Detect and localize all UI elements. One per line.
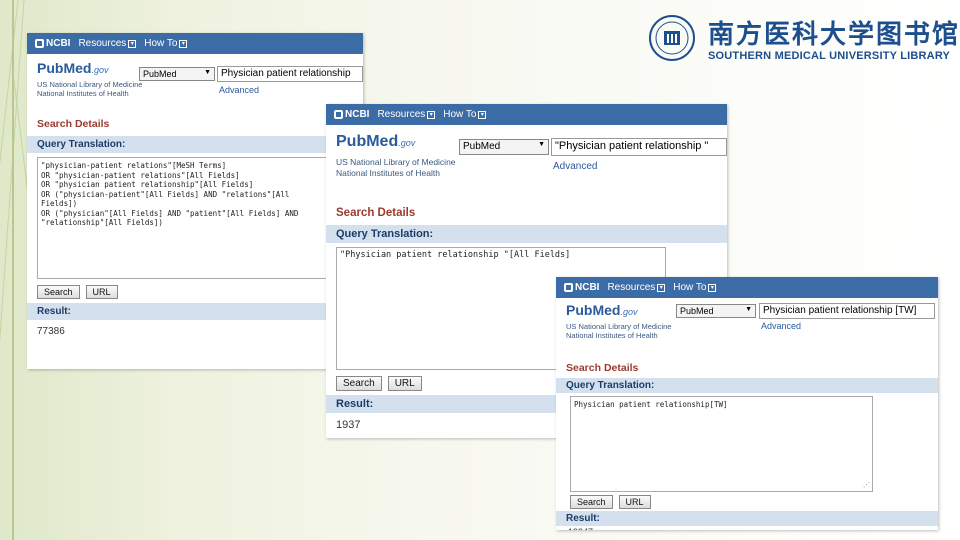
pubmed-header: PubMed.gov US National Library of Medici… [326, 125, 727, 201]
nlm-text: US National Library of Medicine National… [37, 80, 143, 98]
pubmed-logo[interactable]: PubMed.gov [336, 133, 415, 151]
ncbi-home-link[interactable]: NCBI [35, 38, 70, 49]
nlm-text: US National Library of Medicine National… [336, 157, 456, 178]
search-input[interactable]: Physician patient relationship [217, 66, 363, 82]
library-name-cn: 南方医科大学图书馆 [708, 20, 960, 50]
library-name-en: SOUTHERN MEDICAL UNIVERSITY LIBRARY [708, 50, 951, 62]
url-button[interactable]: URL [618, 495, 651, 509]
pubmed-header: PubMed.gov US National Library of Medici… [556, 298, 938, 358]
advanced-link[interactable]: Advanced [761, 321, 801, 331]
query-translation-label: Query Translation: [27, 136, 363, 153]
chevron-down-icon: ▾ [427, 110, 436, 119]
search-button[interactable]: Search [570, 495, 613, 509]
search-input[interactable]: "Physician patient relationship " [551, 138, 727, 156]
database-select[interactable]: PubMed ▼ [139, 67, 215, 81]
result-label: Result: [556, 511, 938, 526]
result-count[interactable]: 19347 [556, 526, 938, 530]
library-logo: 南方医科大学图书馆 SOUTHERN MEDICAL UNIVERSITY LI… [648, 12, 958, 64]
university-seal-icon [649, 15, 695, 61]
resize-grip-icon[interactable]: ⋰ [863, 481, 870, 491]
database-select[interactable]: PubMed ▼ [459, 139, 549, 155]
chevron-down-icon: ▾ [657, 283, 666, 292]
search-details-title: Search Details [37, 118, 110, 130]
result-count[interactable]: 77386 [27, 320, 363, 343]
search-details-title: Search Details [336, 207, 416, 219]
ncbi-logo-icon [35, 39, 44, 48]
ncbi-logo-icon [564, 283, 573, 292]
query-translation-box[interactable]: "physician-patient relations"[MeSH Terms… [37, 157, 353, 279]
chevron-down-icon: ▼ [745, 306, 752, 313]
search-details-title: Search Details [566, 362, 639, 374]
chevron-down-icon: ▾ [478, 110, 487, 119]
decorative-vertical-rule [12, 0, 14, 540]
result-label: Result: [27, 303, 363, 320]
query-translation-label: Query Translation: [326, 225, 727, 243]
query-translation-label: Query Translation: [556, 378, 938, 393]
resources-menu[interactable]: Resources ▾ [607, 282, 666, 293]
pubmed-window-1: NCBI Resources ▾ How To ▾ PubMed.gov US Na… [27, 33, 363, 369]
database-select[interactable]: PubMed ▼ [676, 304, 756, 318]
chevron-down-icon: ▼ [538, 141, 545, 148]
ncbi-topbar: NCBI Resources ▾ How To ▾ [326, 104, 727, 125]
resources-menu[interactable]: Resources ▾ [377, 109, 436, 120]
advanced-link[interactable]: Advanced [219, 85, 259, 95]
ncbi-topbar: NCBI Resources ▾ How To ▾ [27, 33, 363, 54]
chevron-down-icon: ▾ [128, 39, 137, 48]
pubmed-logo[interactable]: PubMed.gov [566, 302, 637, 318]
howto-menu[interactable]: How To ▾ [144, 38, 188, 49]
ncbi-home-link[interactable]: NCBI [334, 109, 369, 120]
query-translation-box[interactable]: Physician patient relationship[TW] ⋰ [570, 396, 873, 492]
howto-menu[interactable]: How To ▾ [673, 282, 717, 293]
resources-menu[interactable]: Resources ▾ [78, 38, 137, 49]
url-button[interactable]: URL [85, 285, 118, 299]
nlm-text: US National Library of Medicine National… [566, 322, 672, 340]
pubmed-header: PubMed.gov US National Library of Medici… [27, 54, 363, 112]
search-button[interactable]: Search [336, 376, 382, 391]
pubmed-window-3: NCBI Resources ▾ How To ▾ PubMed.gov US Na… [556, 277, 938, 530]
chevron-down-icon: ▾ [179, 39, 188, 48]
search-input[interactable]: Physician patient relationship [TW] [759, 303, 935, 319]
ncbi-logo-icon [334, 110, 343, 119]
search-button[interactable]: Search [37, 285, 80, 299]
ncbi-topbar: NCBI Resources ▾ How To ▾ [556, 277, 938, 298]
chevron-down-icon: ▾ [708, 283, 717, 292]
chevron-down-icon: ▼ [204, 69, 211, 76]
howto-menu[interactable]: How To ▾ [443, 109, 487, 120]
ncbi-home-link[interactable]: NCBI [564, 282, 599, 293]
url-button[interactable]: URL [387, 376, 422, 391]
advanced-link[interactable]: Advanced [553, 161, 597, 172]
pubmed-logo[interactable]: PubMed.gov [37, 60, 108, 76]
